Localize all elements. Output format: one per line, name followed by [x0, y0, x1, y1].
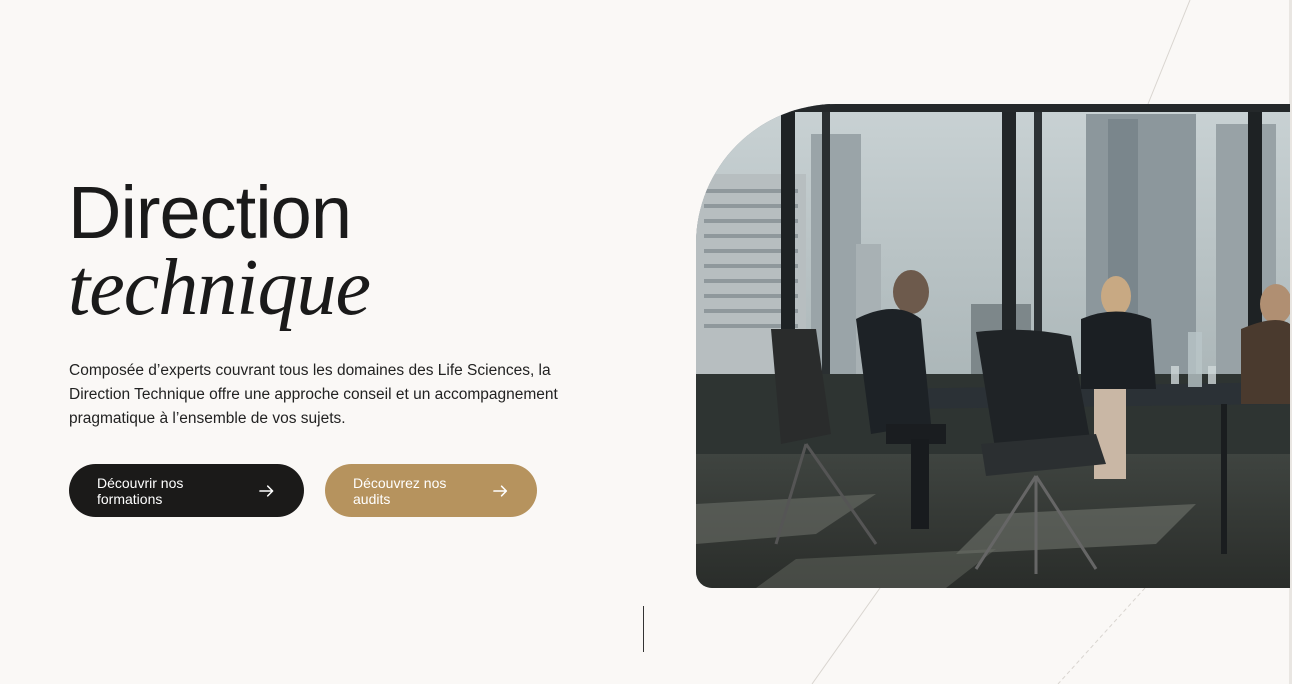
arrow-right-icon — [259, 484, 274, 497]
hero-image-meeting-room — [696, 104, 1290, 588]
discover-audits-label: Découvrez nos audits — [353, 474, 447, 507]
discover-trainings-button[interactable]: Découvrir nos formations — [69, 464, 304, 517]
arrow-right-icon — [492, 484, 507, 497]
hero-title-primary: Direction — [68, 171, 352, 254]
hero-description: Composée d’experts couvrant tous les dom… — [69, 362, 558, 427]
scroll-indicator — [643, 606, 644, 652]
hero-title: Direction technique — [68, 171, 371, 332]
meeting-room-illustration — [696, 104, 1290, 588]
discover-trainings-label: Découvrir nos formations — [97, 474, 184, 507]
discover-audits-button[interactable]: Découvrez nos audits — [325, 464, 537, 517]
hero-title-italic: technique — [68, 244, 371, 332]
